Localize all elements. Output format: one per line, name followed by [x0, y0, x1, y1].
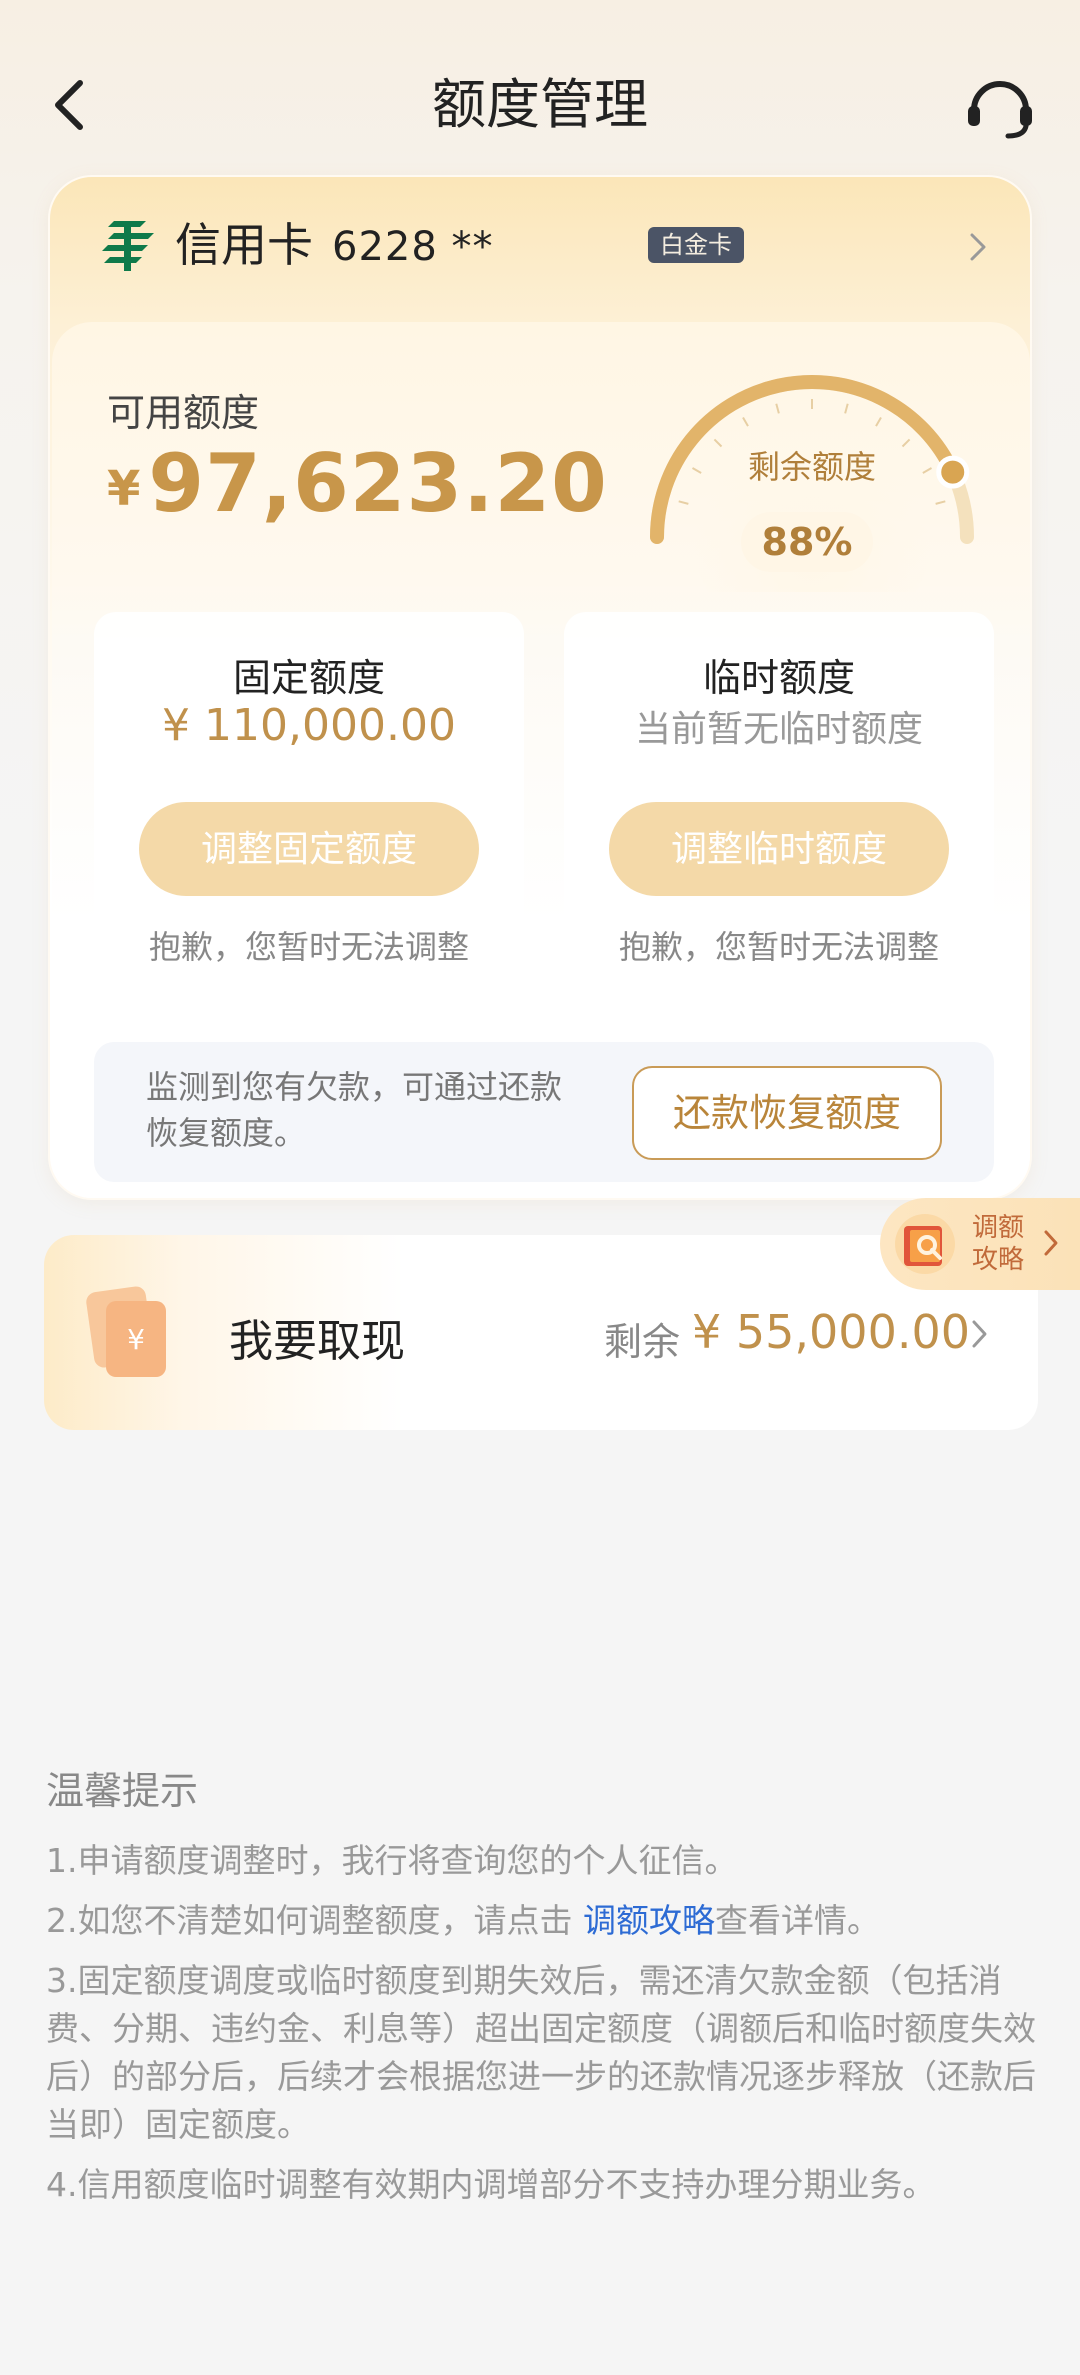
strategy-label: 调额攻略: [972, 1213, 1025, 1275]
cash-remaining-label: 剩余: [604, 1320, 681, 1364]
chevron-right-icon: [1044, 1230, 1058, 1256]
chevron-right-icon: [972, 1320, 987, 1348]
customer-service-button[interactable]: [960, 68, 1040, 144]
gauge-tick: [775, 403, 780, 414]
fixed-limit-hint: 抱歉，您暂时无法调整: [148, 928, 469, 966]
cash-card-icon: ¥: [86, 1286, 166, 1377]
card-number: 6228 **: [332, 224, 494, 270]
adjust-temp-limit-button[interactable]: 调整临时额度: [609, 802, 949, 896]
cash-remaining-amount: ¥ 55,000.00: [692, 1305, 970, 1359]
tips-title: 温馨提示: [46, 1769, 199, 1813]
fixed-limit-box: 固定额度 ¥ 110,000.00 调整固定额度 抱歉，您暂时无法调整: [94, 612, 524, 1012]
temp-limit-note: 当前暂无临时额度: [634, 709, 923, 750]
limit-strategy-float-button[interactable]: 调额攻略: [880, 1198, 1080, 1290]
strategy-book-icon: [895, 1214, 955, 1274]
card-level-badge: 白金卡: [648, 227, 744, 263]
temp-limit-hint: 抱歉，您暂时无法调整: [618, 928, 939, 966]
gauge-tick: [742, 416, 749, 427]
card-type-label: 信用卡: [175, 218, 313, 272]
header: 额度管理: [0, 0, 1080, 200]
adjust-fixed-limit-button[interactable]: 调整固定额度: [139, 802, 479, 896]
tip-item: 4.信用额度临时调整有效期内调增部分不支持办理分期业务。: [46, 2165, 936, 2204]
tip-text: 2.如您不清楚如何调整额度，请点击: [46, 1901, 583, 1940]
chevron-right-icon: [970, 233, 986, 261]
headset-icon: [968, 81, 1032, 139]
debt-notice: 监测到您有欠款，可通过还款恢复额度。 还款恢复额度: [94, 1042, 994, 1182]
tip-item: 2.如您不清楚如何调整额度，请点击 调额攻略查看详情。: [46, 1897, 1036, 1945]
warm-tips: 温馨提示 1.申请额度调整时，我行将查询您的个人征信。 2.如您不清楚如何调整额…: [46, 1760, 1036, 2221]
credit-card-panel: 信用卡 6228 ** 白金卡 可用额度 ¥97,623.20 剩余额度 88%: [48, 175, 1032, 1200]
gauge-tick: [844, 403, 849, 414]
available-limit-amount: ¥97,623.20: [107, 437, 608, 530]
debt-notice-text: 监测到您有欠款，可通过还款恢复额度。: [146, 1068, 563, 1152]
temp-limit-box: 临时额度 当前暂无临时额度 调整临时额度 抱歉，您暂时无法调整: [564, 612, 994, 1012]
svg-text:¥: ¥: [127, 1323, 145, 1356]
gauge-percent: 88%: [741, 512, 873, 572]
currency-symbol: ¥: [107, 461, 141, 517]
gauge-label: 剩余额度: [747, 448, 876, 486]
tip-item: 3.固定额度调度或临时额度到期失效后，需还清欠款金额（包括消费、分期、违约金、利…: [46, 1961, 1036, 2144]
tip-item: 1.申请额度调整时，我行将查询您的个人征信。: [46, 1841, 738, 1880]
page-title: 额度管理: [432, 73, 648, 136]
temp-limit-title: 临时额度: [702, 656, 855, 700]
tip-text: 查看详情。: [714, 1901, 880, 1940]
available-amount-value: 97,623.20: [148, 437, 608, 530]
card-info-row[interactable]: 信用卡 6228 ** 白金卡: [50, 177, 1030, 327]
available-limit-label: 可用额度: [107, 391, 260, 435]
cash-withdrawal-title: 我要取现: [229, 1316, 405, 1367]
gauge-tick: [935, 500, 946, 505]
fixed-limit-value: ¥ 110,000.00: [162, 700, 456, 751]
bank-logo-icon: [102, 221, 154, 271]
fixed-limit-title: 固定额度: [232, 656, 385, 700]
repay-restore-button[interactable]: 还款恢复额度: [632, 1066, 942, 1160]
gauge-tick: [678, 500, 689, 505]
gauge-tick: [875, 416, 882, 427]
limit-strategy-link[interactable]: 调额攻略: [583, 1901, 715, 1940]
limit-panel: 可用额度 ¥97,623.20 剩余额度 88% 固定额度 ¥ 110,000.…: [52, 322, 1030, 1198]
